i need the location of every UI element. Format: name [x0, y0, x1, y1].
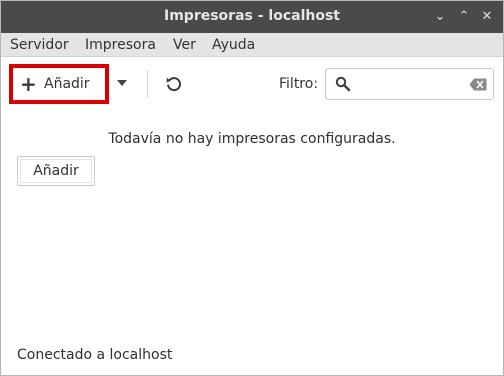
menu-bar: Servidor Impresora Ver Ayuda — [1, 33, 503, 57]
add-printer-empty-label: Añadir — [33, 163, 79, 179]
maximize-icon[interactable]: ⌃ — [456, 9, 472, 25]
add-button-label: Añadir — [44, 76, 90, 92]
window-title: Impresoras - localhost — [164, 8, 340, 24]
search-icon — [335, 76, 351, 92]
toolbar-separator — [147, 70, 148, 98]
plus-icon: + — [20, 72, 37, 96]
filter-field[interactable] — [325, 68, 494, 100]
title-bar: Impresoras - localhost ⌄ ⌃ ✕ — [1, 1, 503, 33]
printers-window: Impresoras - localhost ⌄ ⌃ ✕ Servidor Im… — [0, 0, 504, 376]
menu-servidor[interactable]: Servidor — [10, 37, 69, 53]
refresh-icon[interactable] — [164, 74, 184, 94]
empty-state-message: Todavía no hay impresoras configuradas. — [108, 131, 396, 147]
chevron-down-icon[interactable] — [117, 80, 127, 86]
toolbar: + Añadir Filtro: — [1, 58, 503, 110]
status-text: Conectado a localhost — [17, 347, 173, 363]
add-printer-empty-button[interactable]: Añadir — [17, 156, 95, 186]
clear-icon[interactable] — [469, 78, 487, 91]
menu-ayuda[interactable]: Ayuda — [212, 37, 255, 53]
add-printer-button[interactable]: + Añadir — [9, 64, 109, 104]
filter-input[interactable] — [356, 73, 456, 95]
filter-label: Filtro: — [279, 76, 319, 92]
minimize-icon[interactable]: ⌄ — [432, 9, 448, 25]
close-icon[interactable]: ✕ — [479, 9, 495, 25]
menu-impresora[interactable]: Impresora — [85, 37, 156, 53]
menu-ver[interactable]: Ver — [173, 37, 196, 53]
